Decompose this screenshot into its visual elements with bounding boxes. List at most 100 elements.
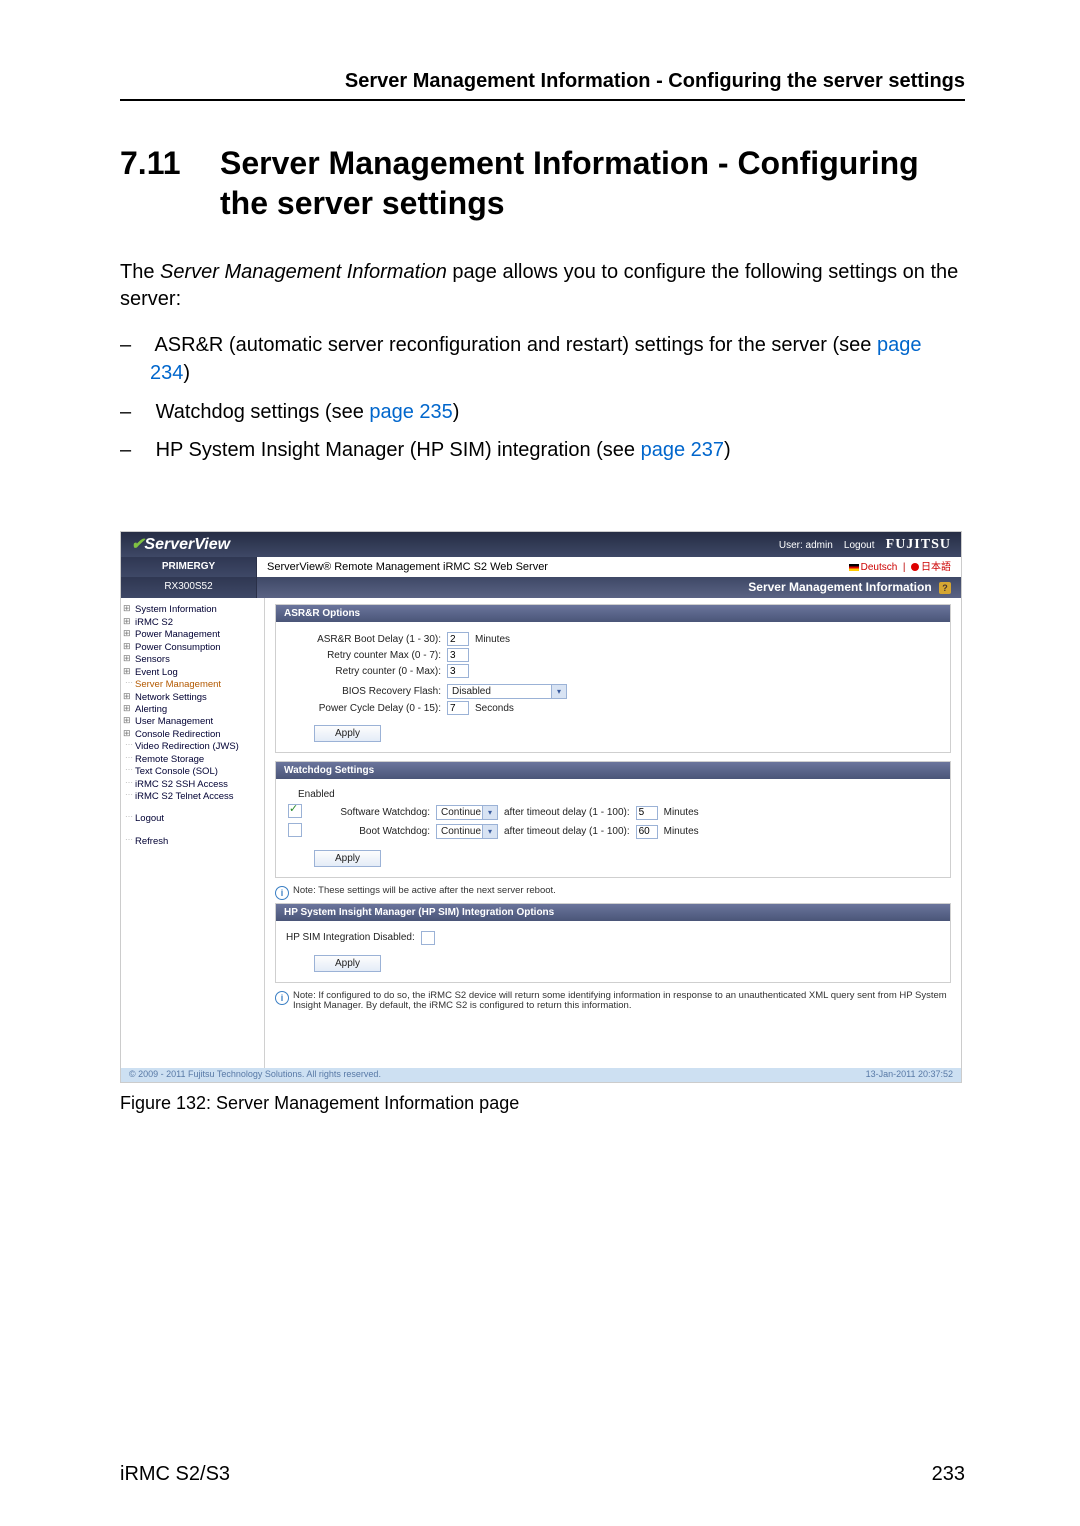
user-label: User: admin bbox=[779, 540, 833, 551]
nav-item[interactable]: User Management bbox=[125, 716, 260, 728]
asr-card: ASR&R Options ASR&R Boot Delay (1 - 30):… bbox=[275, 604, 951, 753]
asr-apply-button[interactable]: Apply bbox=[314, 725, 381, 742]
footer-left: iRMC S2/S3 bbox=[120, 1463, 230, 1486]
nav-item[interactable]: Remote Storage bbox=[125, 754, 260, 766]
watchdog-card-title: Watchdog Settings bbox=[276, 762, 950, 779]
datetime-text: 13-Jan-2011 20:37:52 bbox=[866, 1070, 953, 1080]
boot-watchdog-checkbox[interactable] bbox=[288, 823, 302, 837]
nav-item[interactable]: Power Management bbox=[125, 629, 260, 641]
sw-delay-unit: Minutes bbox=[664, 807, 699, 818]
bullet-text: ) bbox=[183, 362, 190, 384]
chevron-down-icon: ▾ bbox=[551, 685, 566, 698]
lang-links: Deutsch | 日本語 bbox=[849, 562, 951, 573]
nav-item[interactable]: Alerting bbox=[125, 704, 260, 716]
sw-action-value: Continue bbox=[441, 807, 481, 818]
info-icon: i bbox=[275, 886, 289, 900]
nav-refresh[interactable]: Refresh bbox=[125, 836, 260, 848]
boot-delay-input[interactable] bbox=[636, 825, 658, 839]
lang-jp-link[interactable]: 日本語 bbox=[921, 562, 951, 573]
wd-note: i Note: These settings will be active af… bbox=[275, 886, 951, 896]
wd-apply-button[interactable]: Apply bbox=[314, 850, 381, 867]
bios-flash-select[interactable]: Disabled ▾ bbox=[447, 684, 567, 699]
nav-item[interactable]: Video Redirection (JWS) bbox=[125, 741, 260, 753]
nav-item[interactable]: System Information bbox=[125, 604, 260, 616]
logout-link[interactable]: Logout bbox=[844, 540, 875, 551]
figure-caption: Figure 132: Server Management Informatio… bbox=[120, 1093, 965, 1114]
asr-boot-delay-input[interactable] bbox=[447, 632, 469, 646]
bullet-text: HP System Insight Manager (HP SIM) integ… bbox=[156, 439, 641, 461]
nav-item[interactable]: Console Redirection bbox=[125, 729, 260, 741]
screenshot: ✔ServerView User: admin Logout FUJITSU P… bbox=[120, 531, 962, 1083]
boot-watchdog-label: Boot Watchdog: bbox=[310, 826, 430, 837]
asr-boot-delay-unit: Minutes bbox=[475, 634, 510, 645]
bios-flash-label: BIOS Recovery Flash: bbox=[286, 686, 441, 697]
brand: ✔ServerView bbox=[131, 536, 230, 554]
section-number: 7.11 bbox=[120, 143, 220, 223]
retry-max-input[interactable] bbox=[447, 648, 469, 662]
retry-cur-label: Retry counter (0 - Max): bbox=[286, 666, 441, 677]
bullet-text: ) bbox=[724, 439, 731, 461]
main-panel: ASR&R Options ASR&R Boot Delay (1 - 30):… bbox=[265, 598, 961, 1067]
bullet-text: Watchdog settings (see bbox=[156, 401, 370, 423]
topbar: ✔ServerView User: admin Logout FUJITSU bbox=[121, 532, 961, 558]
power-delay-input[interactable] bbox=[447, 701, 469, 715]
nav-item[interactable]: iRMC S2 SSH Access bbox=[125, 779, 260, 791]
retry-max-label: Retry counter Max (0 - 7): bbox=[286, 650, 441, 661]
running-head: Server Management Information - Configur… bbox=[120, 70, 965, 101]
boot-delay-label: after timeout delay (1 - 100): bbox=[504, 826, 630, 837]
nav-item[interactable]: Event Log bbox=[125, 667, 260, 679]
sw-watchdog-label: Software Watchdog: bbox=[310, 807, 430, 818]
watchdog-card: Watchdog Settings Enabled Software Watch… bbox=[275, 761, 951, 878]
page-link[interactable]: page 235 bbox=[369, 401, 452, 423]
primergy-label: PRIMERGY bbox=[121, 557, 257, 577]
hostname-label: RX300S52 bbox=[121, 577, 257, 598]
panel-title: Server Management Information ? bbox=[257, 577, 961, 598]
sw-action-select[interactable]: Continue ▾ bbox=[436, 805, 498, 820]
hpsim-apply-button[interactable]: Apply bbox=[314, 955, 381, 972]
nav-item[interactable]: Sensors bbox=[125, 654, 260, 666]
help-icon[interactable]: ? bbox=[939, 582, 951, 594]
nav-logout[interactable]: Logout bbox=[125, 813, 260, 825]
section-heading: 7.11 Server Management Information - Con… bbox=[120, 143, 965, 223]
nav-item[interactable]: iRMC S2 Telnet Access bbox=[125, 791, 260, 803]
list-item: Watchdog settings (see page 235) bbox=[120, 398, 965, 426]
flag-jp-icon bbox=[911, 563, 919, 571]
boot-action-select[interactable]: Continue ▾ bbox=[436, 824, 498, 839]
boot-delay-unit: Minutes bbox=[664, 826, 699, 837]
nav-item[interactable]: Text Console (SOL) bbox=[125, 766, 260, 778]
intro-em: Server Management Information bbox=[160, 261, 447, 283]
power-delay-label: Power Cycle Delay (0 - 15): bbox=[286, 703, 441, 714]
brand-text: ServerView bbox=[144, 536, 230, 553]
sw-delay-input[interactable] bbox=[636, 806, 658, 820]
page-link[interactable]: page 237 bbox=[641, 439, 724, 461]
nav-item[interactable]: Network Settings bbox=[125, 692, 260, 704]
boot-action-value: Continue bbox=[441, 826, 481, 837]
page-footer: iRMC S2/S3 233 bbox=[120, 1423, 965, 1486]
copyright-bar: © 2009 - 2011 Fujitsu Technology Solutio… bbox=[121, 1068, 961, 1082]
list-item: ASR&R (automatic server reconfiguration … bbox=[120, 331, 965, 388]
nav-item-active[interactable]: Server Management bbox=[125, 679, 260, 691]
nav-item[interactable]: Power Consumption bbox=[125, 642, 260, 654]
lang-de-link[interactable]: Deutsch bbox=[861, 562, 898, 573]
hpsim-note-text: Note: If configured to do so, the iRMC S… bbox=[293, 990, 947, 1011]
section-title: Server Management Information - Configur… bbox=[220, 143, 965, 223]
intro-paragraph: The Server Management Information page a… bbox=[120, 259, 965, 313]
bullet-list: ASR&R (automatic server reconfiguration … bbox=[120, 331, 965, 475]
subtitle: ServerView® Remote Management iRMC S2 We… bbox=[267, 561, 548, 573]
asr-boot-delay-label: ASR&R Boot Delay (1 - 30): bbox=[286, 634, 441, 645]
hpsim-disabled-label: HP SIM Integration Disabled: bbox=[286, 932, 415, 943]
list-item: HP System Insight Manager (HP SIM) integ… bbox=[120, 436, 965, 464]
hpsim-disabled-checkbox[interactable] bbox=[421, 931, 435, 945]
asr-card-title: ASR&R Options bbox=[276, 605, 950, 622]
chevron-down-icon: ▾ bbox=[482, 825, 497, 838]
nav-item[interactable]: iRMC S2 bbox=[125, 617, 260, 629]
panel-title-text: Server Management Information bbox=[748, 580, 931, 594]
hpsim-card-title: HP System Insight Manager (HP SIM) Integ… bbox=[276, 904, 950, 921]
bios-flash-value: Disabled bbox=[452, 686, 491, 697]
hpsim-note: i Note: If configured to do so, the iRMC… bbox=[275, 991, 951, 1012]
enabled-header: Enabled bbox=[298, 789, 940, 800]
hpsim-card: HP System Insight Manager (HP SIM) Integ… bbox=[275, 903, 951, 983]
retry-cur-input[interactable] bbox=[447, 664, 469, 678]
sw-watchdog-checkbox[interactable] bbox=[288, 804, 302, 818]
nav-tree: System Information iRMC S2 Power Managem… bbox=[121, 598, 265, 1067]
